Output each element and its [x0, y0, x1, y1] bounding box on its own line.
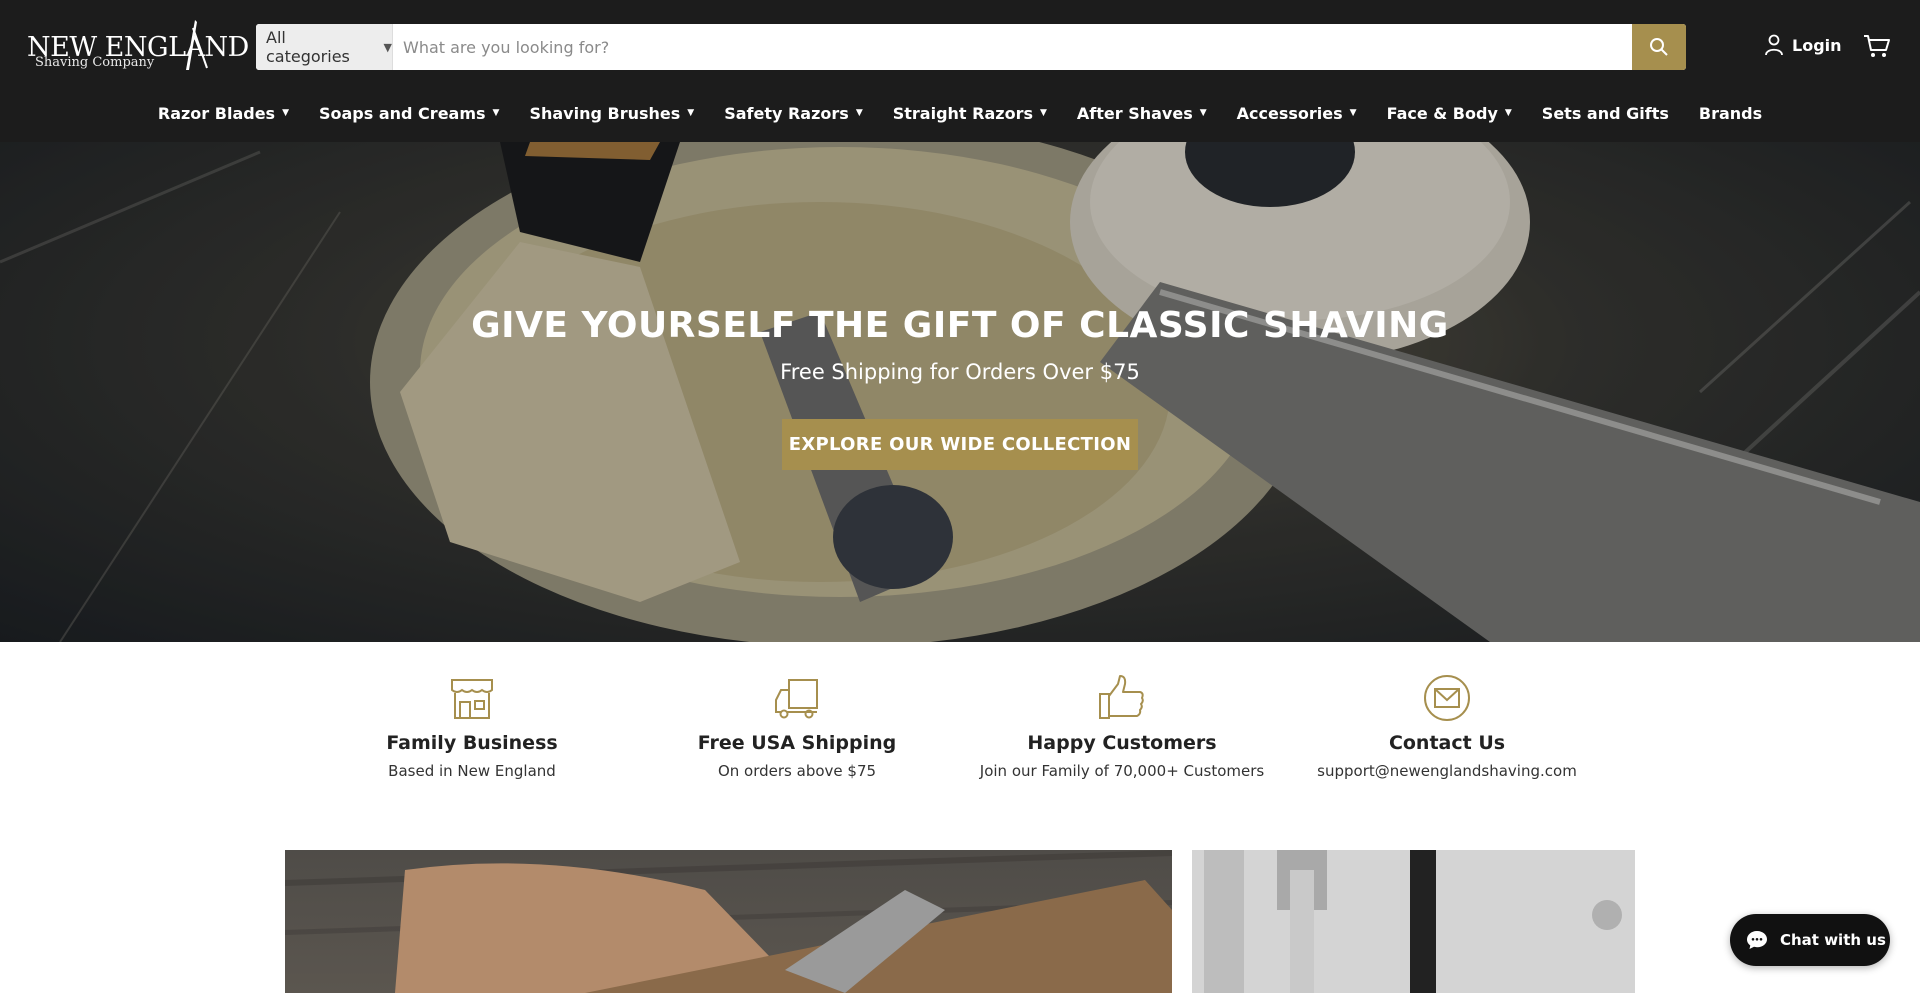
thumbs-up-icon: [1099, 675, 1144, 719]
main-navigation: Razor Blades ▼ Soaps and Creams ▼ Shavin…: [0, 96, 1920, 130]
feature-title: Contact Us: [1388, 732, 1506, 754]
chevron-down-icon: ▼: [1039, 108, 1047, 118]
chevron-down-icon: ▼: [1349, 108, 1357, 118]
explore-collection-button[interactable]: EXPLORE OUR WIDE COLLECTION: [782, 419, 1138, 470]
nav-item-safety-razors[interactable]: Safety Razors ▼: [724, 104, 863, 123]
nav-item-sets-and-gifts[interactable]: Sets and Gifts: [1542, 104, 1669, 123]
chevron-down-icon: ▼: [282, 108, 289, 118]
chat-widget-button[interactable]: Chat with us: [1730, 914, 1890, 966]
search-button[interactable]: [1632, 24, 1686, 70]
promo-image-razors: [1192, 850, 1635, 993]
nav-item-accessories[interactable]: Accessories ▼: [1237, 104, 1357, 123]
nav-item-razor-blades[interactable]: Razor Blades ▼: [158, 104, 289, 123]
nav-item-label: Shaving Brushes: [529, 103, 681, 123]
chevron-down-icon: ▼: [1199, 108, 1207, 118]
nav-item-label: After Shaves: [1076, 103, 1193, 123]
feature-title: Free USA Shipping: [697, 732, 897, 754]
feature-family-business: Family Business Based in New England: [312, 674, 632, 780]
envelope-icon: [1424, 675, 1470, 721]
nav-item-label: Soaps and Creams: [318, 103, 486, 123]
feature-description: Join our Family of 70,000+ Customers: [979, 762, 1265, 780]
cart-button[interactable]: [1863, 33, 1891, 63]
chat-label: Chat with us: [1780, 931, 1886, 949]
feature-happy-customers: Happy Customers Join our Family of 70,00…: [962, 674, 1282, 780]
nav-item-shaving-brushes[interactable]: Shaving Brushes ▼: [529, 104, 694, 123]
hero-banner: GIVE YOURSELF THE GIFT OF CLASSIC SHAVIN…: [0, 142, 1920, 642]
search-input[interactable]: [393, 24, 1632, 70]
nav-item-label: Straight Razors: [892, 103, 1033, 123]
chevron-down-icon: ▼: [492, 108, 500, 118]
site-header: NEW ENGLAND Shaving Company All categori…: [0, 0, 1920, 142]
chevron-down-icon: ▼: [855, 108, 863, 118]
nav-item-straight-razors[interactable]: Straight Razors ▼: [893, 104, 1047, 123]
chevron-down-icon: ▼: [383, 40, 392, 54]
search-bar: All categories ▼: [256, 24, 1686, 70]
nav-item-label: Accessories: [1236, 103, 1343, 123]
nav-item-label: Brands: [1698, 103, 1763, 123]
hero-overlay: [0, 142, 1920, 642]
feature-free-shipping: Free USA Shipping On orders above $75: [637, 674, 957, 780]
nav-item-after-shaves[interactable]: After Shaves ▼: [1077, 104, 1207, 123]
razor-logo-icon: [186, 20, 208, 70]
user-icon: [1765, 34, 1783, 56]
nav-item-label: Safety Razors: [724, 103, 849, 123]
feature-title: Happy Customers: [1027, 732, 1217, 754]
feature-description: Based in New England: [388, 762, 556, 780]
promo-tile-straight-razor[interactable]: [285, 850, 1172, 993]
login-link[interactable]: Login: [1764, 34, 1842, 56]
search-category-label: All categories: [266, 28, 350, 66]
chevron-down-icon: ▼: [1504, 108, 1512, 118]
feature-title: Family Business: [386, 732, 558, 754]
search-category-select[interactable]: All categories ▼: [256, 24, 393, 70]
search-icon: [1650, 38, 1668, 56]
cart-icon: [1864, 35, 1890, 57]
promo-image-strop: [285, 850, 1172, 993]
login-label: Login: [1792, 35, 1842, 55]
chevron-down-icon: ▼: [687, 108, 695, 118]
nav-item-label: Razor Blades: [157, 103, 276, 123]
delivery-truck-icon: [775, 679, 818, 719]
hero-title: GIVE YOURSELF THE GIFT OF CLASSIC SHAVIN…: [471, 305, 1449, 346]
nav-item-soaps-and-creams[interactable]: Soaps and Creams ▼: [319, 104, 499, 123]
hero-subtitle: Free Shipping for Orders Over $75: [780, 360, 1140, 384]
chat-bubble-icon: [1747, 931, 1767, 949]
storefront-icon: [451, 679, 493, 719]
nav-item-label: Face & Body: [1386, 103, 1498, 123]
site-logo[interactable]: NEW ENGLAND Shaving Company: [27, 18, 249, 74]
promo-tile-safety-razors[interactable]: [1192, 850, 1635, 993]
nav-item-label: Sets and Gifts: [1541, 103, 1669, 123]
logo-sub-text: Shaving Company: [35, 55, 155, 70]
feature-description: On orders above $75: [717, 762, 877, 780]
nav-item-brands[interactable]: Brands: [1699, 104, 1762, 123]
nav-item-face-and-body[interactable]: Face & Body ▼: [1387, 104, 1512, 123]
feature-description: support@newenglandshaving.com: [1317, 762, 1577, 780]
feature-contact-us: Contact Us support@newenglandshaving.com: [1287, 674, 1607, 780]
